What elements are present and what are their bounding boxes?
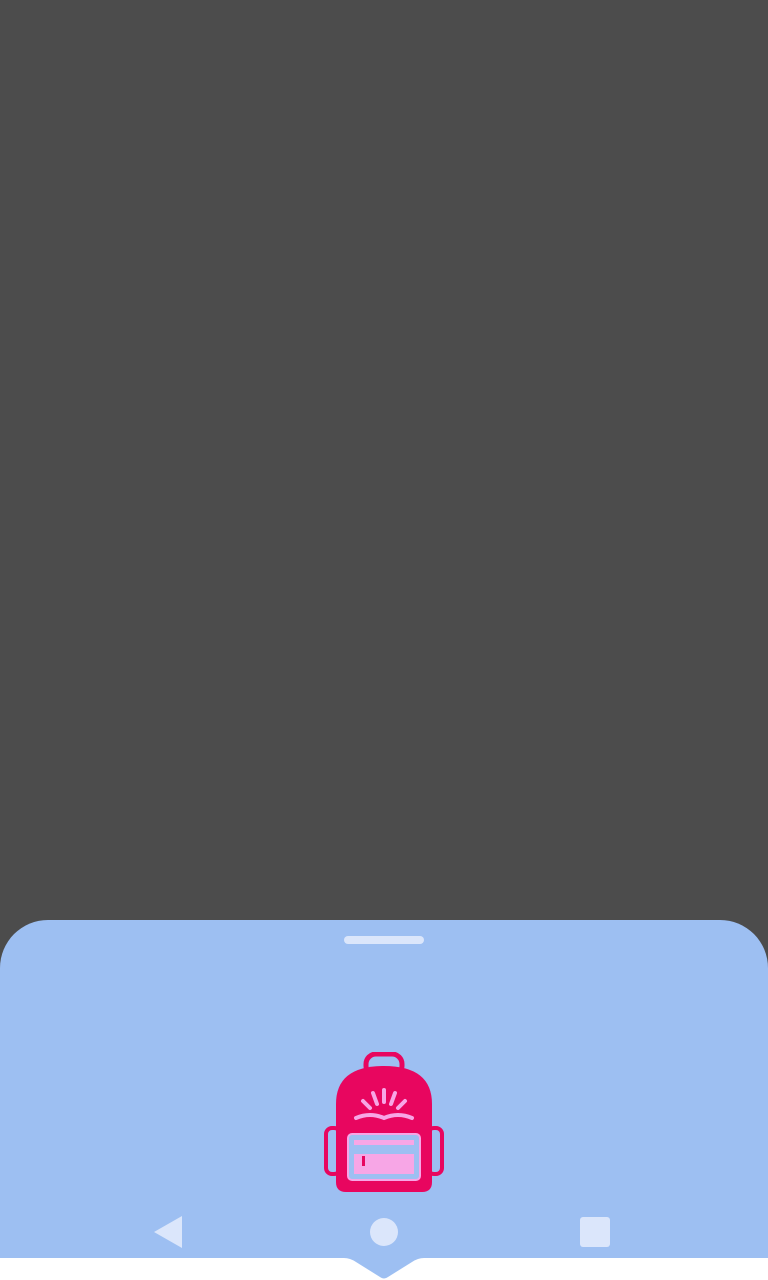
sheet-pointer-notch — [336, 1257, 432, 1279]
home-circle-icon — [370, 1218, 398, 1246]
recents-square-icon — [580, 1217, 610, 1247]
recents-button[interactable] — [563, 1200, 627, 1264]
app-screen — [0, 0, 768, 1280]
back-triangle-icon — [154, 1216, 182, 1248]
backpack-icon — [324, 1052, 444, 1192]
back-button[interactable] — [138, 1200, 202, 1264]
dimmed-overlay[interactable] — [0, 0, 768, 920]
system-navigation-bar — [0, 1200, 768, 1258]
sheet-drag-handle[interactable] — [344, 936, 424, 944]
home-button[interactable] — [352, 1200, 416, 1264]
